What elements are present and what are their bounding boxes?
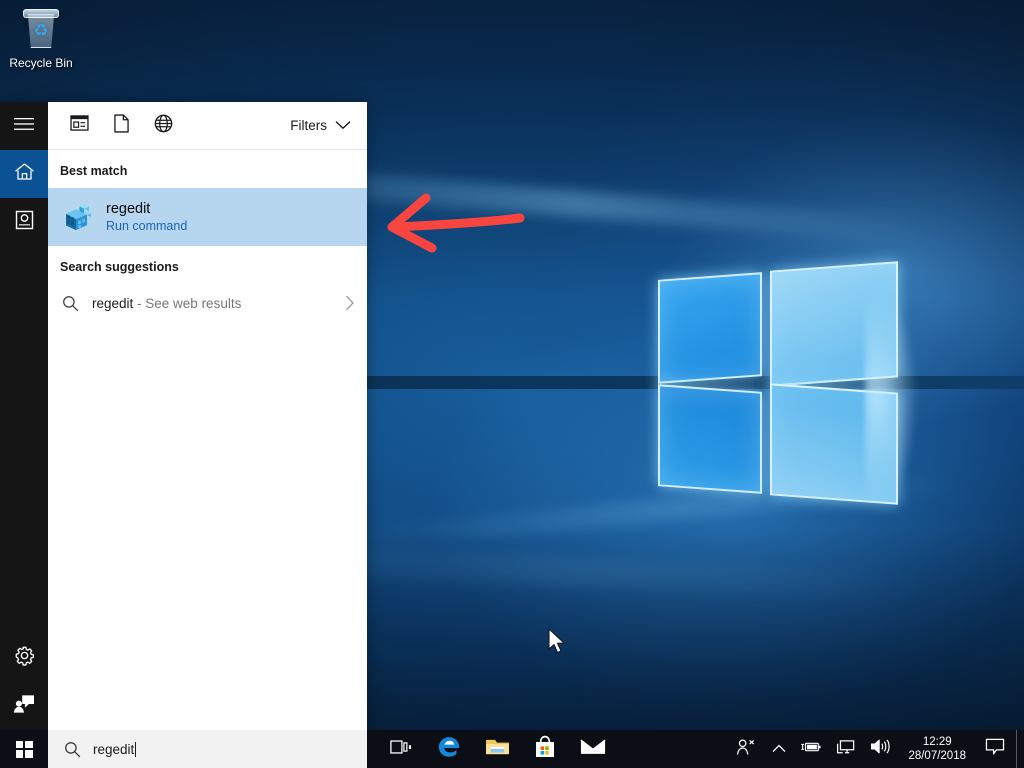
- tray-battery-button[interactable]: [793, 730, 829, 768]
- best-match-title: regedit: [106, 200, 151, 217]
- tray-volume-button[interactable]: [863, 730, 898, 768]
- hamburger-icon: [14, 117, 34, 136]
- taskbar: regedit 12:29 28/07/2018: [0, 730, 1024, 768]
- taskbar-clock[interactable]: 12:29 28/07/2018: [898, 730, 976, 768]
- hero-logo-glow: [865, 242, 985, 552]
- chevron-right-icon: [341, 295, 355, 311]
- recycle-symbol: ♻: [33, 21, 49, 40]
- network-icon: [836, 739, 856, 760]
- show-desktop-button[interactable]: [1016, 730, 1022, 768]
- chevron-down-icon: [335, 118, 351, 133]
- recycle-bin-icon: ♻: [19, 6, 63, 52]
- desktop-icon-label: Recycle Bin: [9, 56, 73, 70]
- search-nav-rail: [0, 102, 48, 730]
- action-center-button[interactable]: [976, 730, 1016, 768]
- home-icon: [14, 162, 35, 186]
- start-search-panel: Filters Best match regedit Run command S…: [0, 102, 367, 730]
- globe-icon: [154, 114, 173, 138]
- suggestion-suffix: - See web results: [133, 295, 242, 311]
- mouse-cursor: [547, 628, 567, 656]
- store-icon: [534, 735, 556, 764]
- screen: ♻ Recycle Bin Filters Best match regedit…: [0, 0, 1024, 768]
- tray-network-button[interactable]: [829, 730, 863, 768]
- text-caret: [135, 741, 137, 757]
- battery-charging-icon: [800, 740, 822, 759]
- task-view-icon: [390, 738, 412, 761]
- red-arrow-annotation: [380, 190, 530, 256]
- search-filter-toolbar: Filters: [48, 102, 367, 150]
- mail-icon: [580, 737, 606, 761]
- hero-pane-top-left: [658, 272, 762, 384]
- taskbar-button-microsoft-edge[interactable]: [425, 730, 473, 768]
- feedback-icon: [13, 694, 35, 719]
- tray-people-button[interactable]: [728, 730, 765, 768]
- search-input-value: regedit: [93, 741, 135, 757]
- sidebar-item-hamburger-menu[interactable]: [0, 102, 48, 150]
- clock-time: 12:29: [922, 736, 952, 748]
- edge-icon: [437, 734, 462, 764]
- apps-icon: [69, 115, 89, 136]
- taskbar-button-microsoft-store[interactable]: [521, 730, 569, 768]
- system-tray: 12:29 28/07/2018: [728, 730, 1024, 768]
- search-results-column: Filters Best match regedit Run command S…: [48, 102, 367, 730]
- taskbar-app-buttons: [367, 730, 617, 768]
- document-icon: [113, 113, 129, 138]
- taskbar-search-input[interactable]: regedit: [48, 730, 367, 768]
- regedit-icon: [62, 201, 94, 233]
- sidebar-item-home[interactable]: [0, 150, 48, 198]
- filter-documents-button[interactable]: [100, 104, 142, 148]
- best-match-heading: Best match: [60, 164, 128, 178]
- filter-apps-button[interactable]: [58, 104, 100, 148]
- hero-pane-bottom-left: [658, 384, 762, 494]
- search-suggestions-heading: Search suggestions: [60, 260, 179, 274]
- volume-icon: [870, 738, 891, 760]
- search-icon: [62, 295, 92, 312]
- search-suggestion-label: regedit - See web results: [92, 296, 341, 311]
- search-input-value-wrap: regedit: [93, 741, 137, 757]
- action-center-icon: [985, 738, 1005, 761]
- my-stuff-icon: [15, 210, 34, 235]
- start-button[interactable]: [0, 730, 48, 768]
- best-match-result-regedit[interactable]: regedit Run command: [48, 188, 367, 246]
- folder-icon: [485, 736, 510, 762]
- gear-icon: [14, 645, 35, 671]
- clock-date: 28/07/2018: [908, 750, 966, 762]
- desktop-icon-recycle-bin[interactable]: ♻ Recycle Bin: [6, 6, 76, 71]
- chevron-up-icon: [772, 740, 786, 758]
- windows-logo-icon: [15, 740, 33, 758]
- best-match-text: regedit Run command: [106, 201, 187, 234]
- best-match-subtitle: Run command: [106, 218, 188, 233]
- filters-dropdown[interactable]: Filters: [290, 118, 353, 133]
- recycle-bin-lid: [23, 9, 59, 18]
- people-icon: [736, 738, 755, 761]
- search-icon: [64, 741, 81, 758]
- taskbar-button-mail[interactable]: [569, 730, 617, 768]
- sidebar-item-feedback[interactable]: [0, 682, 48, 730]
- search-suggestion-item[interactable]: regedit - See web results: [48, 284, 367, 322]
- taskbar-button-file-explorer[interactable]: [473, 730, 521, 768]
- sidebar-item-settings[interactable]: [0, 634, 48, 682]
- tray-show-hidden-icons-button[interactable]: [765, 730, 793, 768]
- suggestion-query: regedit: [92, 295, 134, 311]
- filters-label: Filters: [290, 118, 327, 133]
- windows-hero-logo: [0, 242, 1024, 552]
- taskbar-button-task-view[interactable]: [377, 730, 425, 768]
- filter-web-button[interactable]: [142, 104, 184, 148]
- sidebar-item-my-stuff[interactable]: [0, 198, 48, 246]
